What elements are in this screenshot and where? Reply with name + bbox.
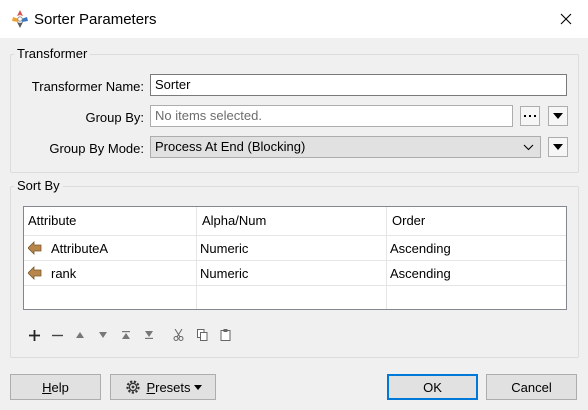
add-icon — [28, 329, 40, 341]
sort-by-table: Attribute Alpha/Num Order AttributeA Num… — [23, 206, 567, 310]
row-order-cell[interactable]: Ascending — [390, 241, 451, 256]
row-divider — [24, 260, 566, 261]
copy-icon — [196, 329, 207, 341]
group-by-input[interactable]: No items selected. — [150, 105, 513, 127]
group-by-ellipsis-button[interactable] — [520, 106, 540, 126]
help-button[interactable]: Help — [10, 374, 101, 400]
close-icon — [560, 13, 572, 25]
close-button[interactable] — [544, 0, 588, 38]
group-by-mode-menu-button[interactable] — [548, 137, 568, 157]
column-header-attribute[interactable]: Attribute — [28, 213, 76, 228]
row-attribute-cell[interactable]: rank — [51, 266, 76, 281]
row-order-cell[interactable]: Ascending — [390, 266, 451, 281]
ellipsis-icon — [524, 115, 536, 117]
move-to-bottom-button[interactable] — [140, 326, 158, 344]
move-down-button[interactable] — [94, 326, 112, 344]
help-mnemonic: H — [42, 379, 52, 395]
triangle-down-icon — [553, 113, 563, 119]
cancel-button[interactable]: Cancel — [486, 374, 577, 400]
attribute-icon — [28, 241, 42, 255]
row-attribute-cell[interactable]: AttributeA — [51, 241, 108, 256]
sorter-parameters-dialog: Sorter Parameters Transformer Transforme… — [0, 0, 588, 410]
chevron-down-icon — [523, 144, 534, 151]
transformer-name-input[interactable]: Sorter — [150, 74, 567, 96]
group-by-label: Group By: — [85, 110, 144, 125]
row-divider — [24, 235, 566, 236]
move-bottom-icon — [145, 331, 153, 339]
column-header-order[interactable]: Order — [392, 213, 425, 228]
column-divider — [196, 207, 197, 309]
help-label: elp — [51, 379, 69, 395]
column-divider — [386, 207, 387, 309]
cut-button[interactable] — [169, 326, 187, 344]
sorter-app-icon — [12, 10, 28, 28]
row-divider — [24, 285, 566, 286]
window-title: Sorter Parameters — [34, 11, 157, 28]
gear-icon — [126, 380, 141, 394]
add-row-button[interactable] — [25, 326, 43, 344]
group-by-menu-button[interactable] — [548, 106, 568, 126]
presets-label: resets — [155, 379, 191, 395]
move-to-top-button[interactable] — [117, 326, 135, 344]
sort-by-group-legend: Sort By — [14, 178, 63, 193]
move-down-icon — [99, 332, 107, 338]
copy-button[interactable] — [193, 326, 211, 344]
paste-icon — [220, 329, 230, 341]
group-by-mode-value: Process At End (Blocking) — [155, 139, 306, 154]
group-by-mode-label: Group By Mode: — [49, 141, 144, 156]
move-up-button[interactable] — [71, 326, 89, 344]
move-top-icon — [122, 331, 130, 339]
triangle-down-icon — [193, 384, 202, 390]
group-by-mode-select[interactable]: Process At End (Blocking) — [150, 136, 541, 158]
row-alpha-num-cell[interactable]: Numeric — [200, 241, 248, 256]
presets-button[interactable]: Presets — [110, 374, 216, 400]
remove-row-button[interactable] — [48, 326, 66, 344]
title-bar: Sorter Parameters — [0, 0, 588, 38]
row-alpha-num-cell[interactable]: Numeric — [200, 266, 248, 281]
transformer-group-legend: Transformer — [14, 46, 91, 61]
remove-icon — [51, 334, 63, 336]
cut-icon — [173, 329, 183, 341]
column-header-alpha-num[interactable]: Alpha/Num — [202, 213, 266, 228]
move-up-icon — [76, 332, 84, 338]
triangle-down-icon — [553, 144, 563, 150]
presets-mnemonic: P — [146, 379, 156, 395]
transformer-name-label: Transformer Name: — [31, 79, 144, 94]
ok-button[interactable]: OK — [387, 374, 478, 400]
attribute-icon — [28, 266, 42, 280]
paste-button[interactable] — [216, 326, 234, 344]
